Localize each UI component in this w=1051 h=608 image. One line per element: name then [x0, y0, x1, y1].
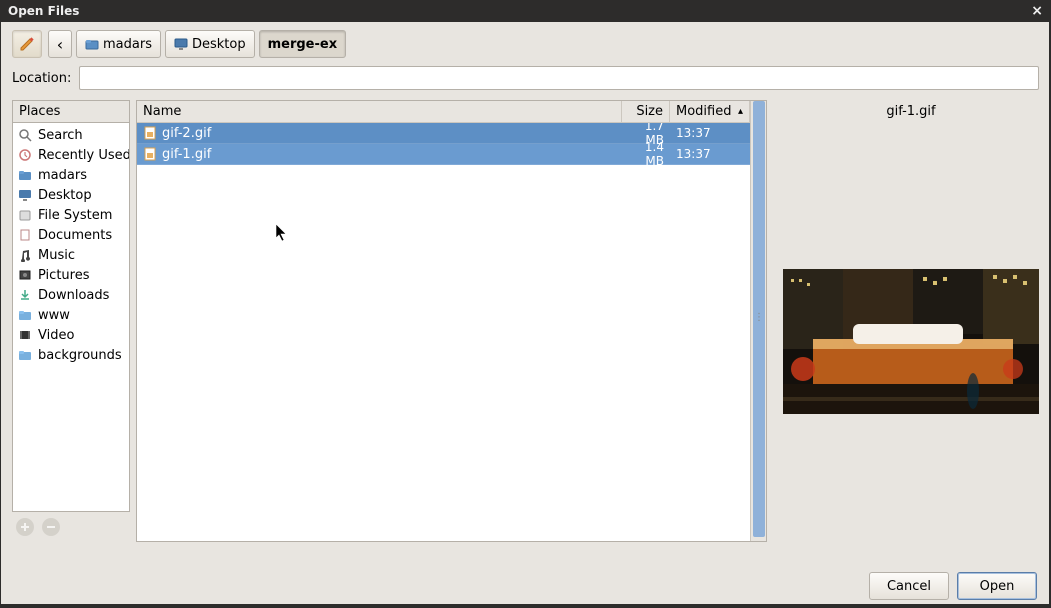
column-size[interactable]: Size [622, 101, 670, 122]
image-file-icon [143, 147, 157, 161]
main-area: Places Search Recently Used madars Deskt… [0, 100, 1051, 542]
place-recently-used[interactable]: Recently Used [13, 145, 129, 165]
sort-asc-icon: ▴ [738, 106, 743, 117]
edit-path-button[interactable] [12, 30, 42, 58]
location-label: Location: [12, 71, 71, 86]
place-www[interactable]: www [13, 305, 129, 325]
documents-icon [17, 227, 33, 243]
cancel-button[interactable]: Cancel [869, 572, 949, 600]
place-madars[interactable]: madars [13, 165, 129, 185]
vertical-scrollbar[interactable]: ⋮ [750, 101, 766, 541]
breadcrumb-merge-ex[interactable]: merge-ex [259, 30, 347, 58]
place-desktop[interactable]: Desktop [13, 185, 129, 205]
search-icon [17, 127, 33, 143]
place-documents[interactable]: Documents [13, 225, 129, 245]
place-music[interactable]: Music [13, 245, 129, 265]
monitor-icon [174, 37, 188, 51]
add-bookmark-button[interactable] [16, 518, 34, 536]
file-pane: Name Size Modified▴ gif-2.gif 1.7 MB 13:… [136, 100, 767, 542]
breadcrumb: ‹ madars Desktop merge-ex [48, 30, 346, 58]
places-sidebar: Places Search Recently Used madars Deskt… [12, 100, 130, 512]
places-list: Search Recently Used madars Desktop File… [13, 123, 129, 511]
toolbar: ‹ madars Desktop merge-ex [0, 22, 1051, 66]
pane-grip-icon[interactable]: ⋮ [754, 312, 764, 323]
recent-icon [17, 147, 33, 163]
place-backgrounds[interactable]: backgrounds [13, 345, 129, 365]
pencil-icon [19, 36, 35, 52]
preview-image [783, 269, 1039, 414]
folder-home-icon [17, 167, 33, 183]
titlebar: Open Files × [0, 0, 1051, 22]
place-video[interactable]: Video [13, 325, 129, 345]
column-modified[interactable]: Modified▴ [670, 101, 750, 122]
preview-pane: gif-1.gif [773, 100, 1039, 542]
places-footer [12, 512, 130, 542]
folder-icon [17, 307, 33, 323]
open-button[interactable]: Open [957, 572, 1037, 600]
place-pictures[interactable]: Pictures [13, 265, 129, 285]
video-icon [17, 327, 33, 343]
place-downloads[interactable]: Downloads [13, 285, 129, 305]
place-search[interactable]: Search [13, 125, 129, 145]
preview-filename: gif-1.gif [886, 104, 935, 119]
location-row: Location: [0, 66, 1051, 100]
plus-icon [20, 522, 30, 532]
file-row[interactable]: gif-1.gif 1.4 MB 13:37 [137, 144, 750, 165]
location-input[interactable] [79, 66, 1039, 90]
music-icon [17, 247, 33, 263]
pictures-icon [17, 267, 33, 283]
file-table-body[interactable]: gif-2.gif 1.7 MB 13:37 gif-1.gif 1.4 MB … [137, 123, 750, 541]
breadcrumb-madars[interactable]: madars [76, 30, 161, 58]
window-title: Open Files [8, 4, 79, 18]
folder-icon [17, 347, 33, 363]
column-name[interactable]: Name [137, 101, 622, 122]
close-icon[interactable]: × [1031, 3, 1043, 19]
downloads-icon [17, 287, 33, 303]
place-file-system[interactable]: File System [13, 205, 129, 225]
folder-home-icon [85, 37, 99, 51]
file-table-header: Name Size Modified▴ [137, 101, 750, 123]
disk-icon [17, 207, 33, 223]
remove-bookmark-button[interactable] [42, 518, 60, 536]
image-file-icon [143, 126, 157, 140]
breadcrumb-back-button[interactable]: ‹ [48, 30, 72, 58]
file-table: Name Size Modified▴ gif-2.gif 1.7 MB 13:… [137, 101, 750, 541]
dialog-buttons: Cancel Open [869, 572, 1037, 600]
breadcrumb-desktop[interactable]: Desktop [165, 30, 255, 58]
minus-icon [46, 522, 56, 532]
monitor-icon [17, 187, 33, 203]
places-header: Places [13, 101, 129, 123]
